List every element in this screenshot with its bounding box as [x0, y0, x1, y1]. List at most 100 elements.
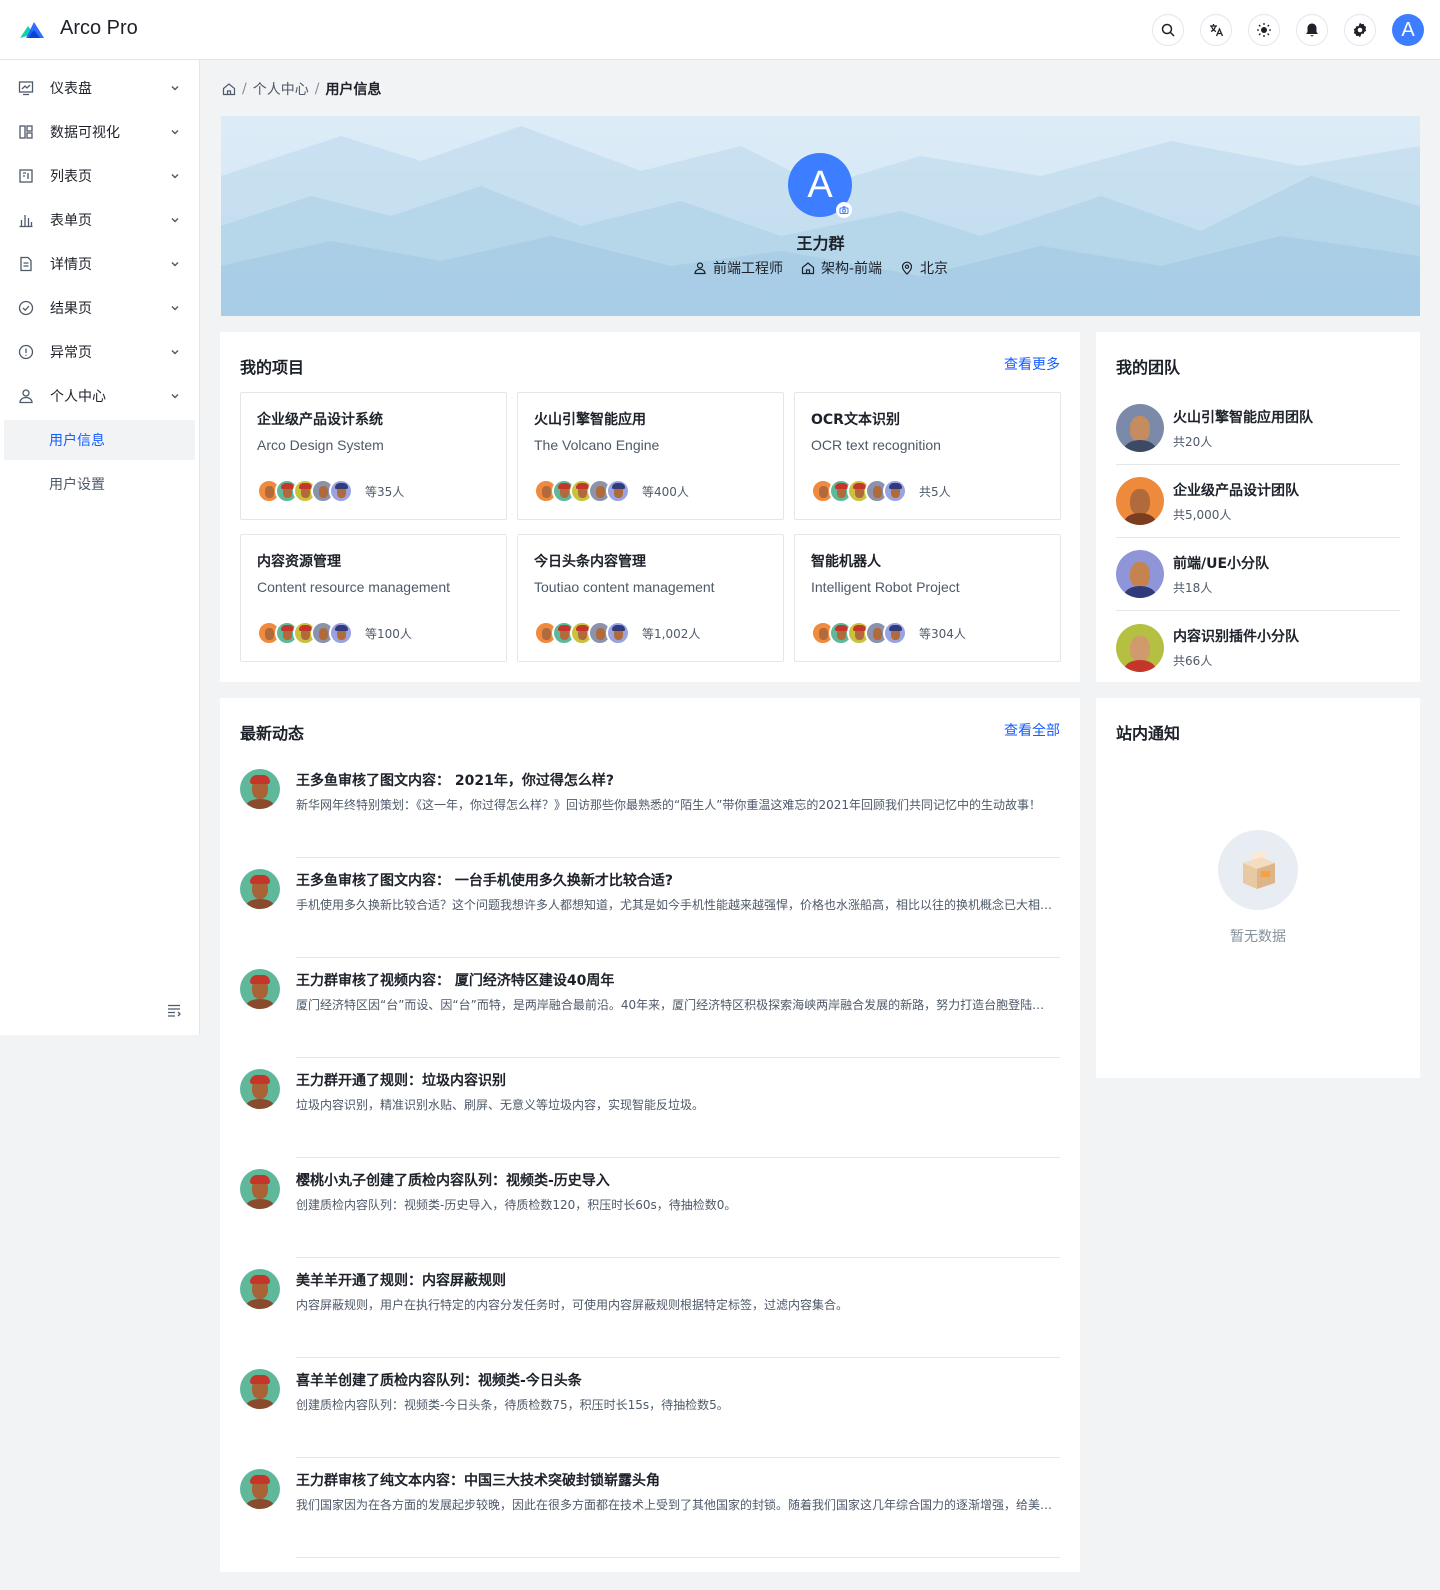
avatar[interactable]	[883, 479, 907, 503]
activity-item[interactable]: 美羊羊开通了规则：内容屏蔽规则 内容屏蔽规则，用户在执行特定的内容分发任务时，可…	[240, 1258, 1060, 1358]
activity-title-text: 王多鱼审核了图文内容： 一台手机使用多久换新才比较合适?	[296, 873, 673, 889]
team-item[interactable]: 企业级产品设计团队 共5,000人	[1116, 465, 1400, 538]
chevron-down-icon	[169, 390, 181, 402]
sidebar-item-label: 数据可视化	[50, 125, 120, 141]
chevron-down-icon	[169, 170, 181, 182]
app-title[interactable]: Arco Pro	[60, 17, 138, 40]
theme-icon[interactable]	[1248, 14, 1280, 46]
exclamation-circle-icon	[18, 344, 34, 360]
view-all-link[interactable]: 查看全部	[1004, 720, 1060, 740]
avatar-group	[811, 479, 907, 503]
chevron-down-icon	[169, 82, 181, 94]
avatar[interactable]	[606, 621, 630, 645]
team-name: 内容识别插件小分队	[1173, 629, 1299, 645]
activity-title-text: 王力群审核了视频内容： 厦门经济特区建设40周年	[296, 973, 615, 989]
avatar	[240, 969, 280, 1009]
collapse-menu-icon[interactable]	[166, 1002, 182, 1018]
project-card[interactable]: 企业级产品设计系统 Arco Design System 等35人	[240, 392, 507, 520]
avatar[interactable]	[329, 621, 353, 645]
project-member-count: 等400人	[642, 484, 689, 499]
team-item[interactable]: 内容识别插件小分队 共66人	[1116, 611, 1400, 684]
layout-icon	[18, 124, 34, 140]
team-avatar	[1116, 477, 1164, 525]
activity-item[interactable]: 王多鱼审核了图文内容： 一台手机使用多久换新才比较合适? 手机使用多久换新比较合…	[240, 858, 1060, 958]
activity-item[interactable]: 王力群开通了规则：垃圾内容识别 垃圾内容识别，精准识别水贴、刷屏、无意义等垃圾内…	[240, 1058, 1060, 1158]
project-card[interactable]: 智能机器人 Intelligent Robot Project 等304人	[794, 534, 1061, 662]
avatar	[240, 1069, 280, 1109]
activity-item[interactable]: 王力群审核了纯文本内容：中国三大技术突破封锁崭露头角 我们国家因为在各方面的发展…	[240, 1458, 1060, 1558]
profile-location: 北京	[900, 258, 948, 278]
project-subtitle: Toutiao content management	[534, 579, 715, 595]
list-icon	[18, 168, 34, 184]
search-icon[interactable]	[1152, 14, 1184, 46]
camera-icon[interactable]	[836, 202, 852, 218]
sidebar-item-visualization[interactable]: 数据可视化	[4, 112, 195, 152]
team-count: 共66人	[1173, 654, 1213, 668]
profile-department: 架构-前端	[801, 258, 882, 278]
project-members: 等100人	[257, 621, 412, 645]
teams-title: 我的团队	[1116, 358, 1181, 377]
avatar[interactable]	[329, 479, 353, 503]
activity-title-text: 美羊羊开通了规则：内容屏蔽规则	[296, 1273, 506, 1289]
sidebar-item-exception[interactable]: 异常页	[4, 332, 195, 372]
gear-icon[interactable]	[1344, 14, 1376, 46]
avatar-group	[534, 621, 630, 645]
project-name: 智能机器人	[811, 554, 881, 570]
view-more-link[interactable]: 查看更多	[1004, 354, 1060, 374]
project-card[interactable]: 内容资源管理 Content resource management 等100人	[240, 534, 507, 662]
sidebar-subitem-user-info[interactable]: 用户信息	[4, 420, 195, 460]
sidebar-item-label: 详情页	[50, 257, 92, 273]
activity-item[interactable]: 樱桃小丸子创建了质检内容队列：视频类-历史导入 创建质检内容队列：视频类-历史导…	[240, 1158, 1060, 1258]
sidebar-item-result[interactable]: 结果页	[4, 288, 195, 328]
project-subtitle: The Volcano Engine	[534, 437, 660, 453]
projects-card: 我的项目 查看更多 企业级产品设计系统 Arco Design System 等…	[220, 332, 1080, 682]
team-item[interactable]: 前端/UE小分队 共18人	[1116, 538, 1400, 611]
user-icon	[694, 262, 706, 275]
avatar[interactable]	[606, 479, 630, 503]
sidebar-subitem-user-settings[interactable]: 用户设置	[4, 464, 195, 504]
team-item[interactable]: 火山引擎智能应用团队 共20人	[1116, 392, 1400, 465]
project-grid: 企业级产品设计系统 Arco Design System 等35人 火山引擎智能…	[240, 392, 1061, 662]
top-navbar: Arco Pro A	[0, 0, 1440, 60]
project-card[interactable]: 火山引擎智能应用 The Volcano Engine 等400人	[517, 392, 784, 520]
project-member-count: 等35人	[365, 484, 405, 499]
breadcrumb-item[interactable]: 个人中心	[253, 79, 309, 99]
breadcrumb: / 个人中心 / 用户信息	[222, 79, 381, 99]
sidebar-item-list[interactable]: 列表页	[4, 156, 195, 196]
user-icon	[18, 388, 34, 404]
activity-item[interactable]: 王多鱼审核了图文内容： 2021年，你过得怎么样? 新华网年终特别策划：《这一年…	[240, 758, 1060, 858]
project-members: 等304人	[811, 621, 966, 645]
arco-logo-icon	[20, 22, 44, 38]
breadcrumb-separator: /	[242, 81, 247, 97]
sidebar-item-dashboard[interactable]: 仪表盘	[4, 68, 195, 108]
profile-banner: A 王力群 前端工程师 架构-前端 北京	[221, 116, 1420, 316]
sidebar-item-label: 表单页	[50, 213, 92, 229]
project-card[interactable]: 今日头条内容管理 Toutiao content management 等1,0…	[517, 534, 784, 662]
avatar-group	[257, 621, 353, 645]
bell-icon[interactable]	[1296, 14, 1328, 46]
translate-icon[interactable]	[1200, 14, 1232, 46]
team-count: 共5,000人	[1173, 507, 1232, 522]
avatar[interactable]	[883, 621, 907, 645]
sidebar-item-form[interactable]: 表单页	[4, 200, 195, 240]
home-icon[interactable]	[222, 82, 236, 96]
project-subtitle: Arco Design System	[257, 437, 384, 453]
project-member-count: 等1,002人	[642, 626, 701, 641]
activity-list: 王多鱼审核了图文内容： 2021年，你过得怎么样? 新华网年终特别策划：《这一年…	[240, 758, 1060, 1558]
activity-item[interactable]: 喜羊羊创建了质检内容队列：视频类-今日头条 创建质检内容队列：视频类-今日头条，…	[240, 1358, 1060, 1458]
user-avatar[interactable]: A	[1392, 14, 1424, 46]
sidebar-item-user-center[interactable]: 个人中心	[4, 376, 195, 416]
avatar-group	[534, 479, 630, 503]
activity-title: 最新动态	[240, 724, 305, 743]
chevron-down-icon	[169, 258, 181, 270]
project-card[interactable]: OCR文本识别 OCR text recognition 共5人	[794, 392, 1061, 520]
activity-title-text: 樱桃小丸子创建了质检内容队列：视频类-历史导入	[296, 1173, 610, 1189]
activity-description: 手机使用多久换新比较合适？这个问题我想许多人都想知道，尤其是如今手机性能越来越强…	[296, 898, 1056, 912]
sidebar-item-detail[interactable]: 详情页	[4, 244, 195, 284]
activity-item[interactable]: 王力群审核了视频内容： 厦门经济特区建设40周年 厦门经济特区因“台”而设、因“…	[240, 958, 1060, 1058]
team-count: 共18人	[1173, 580, 1213, 595]
activity-description: 内容屏蔽规则，用户在执行特定的内容分发任务时，可使用内容屏蔽规则根据特定标签，过…	[296, 1298, 849, 1312]
activity-card: 最新动态 查看全部 王多鱼审核了图文内容： 2021年，你过得怎么样? 新华网年…	[220, 698, 1080, 1572]
project-members: 等35人	[257, 479, 404, 503]
check-circle-icon	[18, 300, 34, 316]
